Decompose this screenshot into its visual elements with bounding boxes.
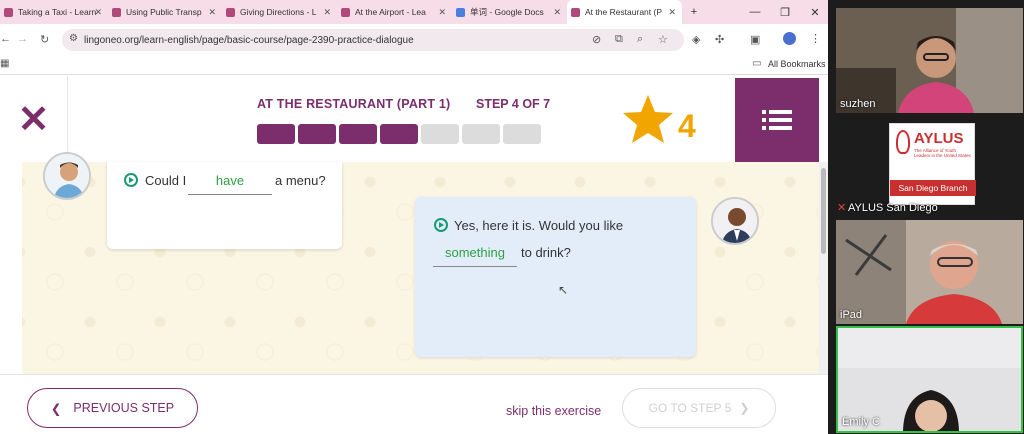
lesson-title: AT THE RESTAURANT (PART 1) (257, 97, 451, 111)
torch-icon (896, 130, 910, 154)
next-step-button[interactable]: GO TO STEP 5 ❯ (622, 388, 776, 428)
participant-tile-aylus[interactable]: AYLUS The Alliance of Youth Leaders in t… (836, 117, 1023, 217)
progress-segment (257, 124, 295, 144)
tab-taking-a-taxi[interactable]: Taking a Taxi - Learn ✕ (0, 0, 108, 24)
progress-bar (257, 124, 541, 144)
participant-name: AYLUS San Diego (848, 202, 938, 214)
previous-step-button[interactable]: ❮ PREVIOUS STEP (27, 388, 198, 428)
puzzle-icon[interactable]: ✣ (715, 33, 724, 46)
close-tab-icon[interactable]: ✕ (94, 7, 102, 18)
progress-segment (503, 124, 541, 144)
close-tab-icon[interactable]: ✕ (668, 7, 676, 18)
close-lesson-button[interactable]: ✕ (0, 76, 68, 162)
answer-field[interactable]: have (188, 173, 272, 195)
waiter-avatar (711, 197, 759, 245)
bookmark-star-icon[interactable]: ☆ (658, 33, 668, 46)
more-menu-icon[interactable]: ⋮ (810, 32, 821, 45)
close-tab-icon[interactable]: ✕ (553, 7, 561, 18)
participant-tile-suzhen[interactable]: suzhen (836, 8, 1023, 113)
profile-avatar[interactable] (783, 32, 796, 45)
participant-name: suzhen (840, 98, 876, 110)
tab-public-transport[interactable]: Using Public Transp ✕ (108, 0, 222, 24)
play-audio-icon[interactable] (434, 218, 448, 232)
muted-mic-icon: ✕ (837, 202, 847, 214)
chevron-right-icon: ❯ (739, 401, 750, 415)
apps-icon[interactable]: ▦ (0, 58, 9, 69)
man-avatar (43, 152, 91, 200)
star-icon (623, 95, 673, 143)
browser-window: Taking a Taxi - Learn ✕ Using Public Tran… (0, 0, 828, 434)
tab-google-docs[interactable]: 单词 - Google Docs ✕ (452, 0, 567, 24)
dialogue-bubble-1: Could I have a menu? (107, 162, 342, 249)
google-docs-icon (456, 7, 465, 17)
tab-bar: Taking a Taxi - Learn ✕ Using Public Tran… (0, 0, 828, 24)
lingoneo-icon (112, 7, 121, 17)
site-info-icon[interactable]: ⚙ (69, 33, 78, 44)
tab-at-the-airport[interactable]: At the Airport - Lea ✕ (337, 0, 452, 24)
lesson-menu-button[interactable] (735, 78, 819, 162)
participant-name: Emily C (842, 416, 880, 428)
lingoneo-icon (4, 7, 13, 17)
folder-icon: ▭ (752, 58, 762, 69)
page-scrollbar[interactable] (819, 162, 828, 374)
install-icon[interactable]: ⧉ (615, 33, 623, 46)
bookmarks-bar: ▦ ▭ All Bookmarks (0, 55, 828, 75)
tab-at-the-restaurant[interactable]: At the Restaurant (P ✕ (567, 0, 682, 24)
close-tab-icon[interactable]: ✕ (208, 7, 216, 18)
zoom-icon[interactable]: ⌕ (637, 33, 643, 46)
forward-icon[interactable]: → (17, 33, 28, 45)
skip-exercise-link[interactable]: skip this exercise (506, 404, 601, 418)
progress-segment (462, 124, 500, 144)
participant-tile-emily[interactable]: Emily C (836, 326, 1023, 433)
reload-icon[interactable]: ↻ (40, 33, 49, 46)
chevron-left-icon: ❮ (50, 401, 62, 416)
tab-giving-directions[interactable]: Giving Directions - L ✕ (222, 0, 337, 24)
progress-segment (298, 124, 336, 144)
back-icon[interactable]: ← (0, 33, 11, 45)
play-audio-icon[interactable] (124, 173, 138, 187)
scrollbar-thumb[interactable] (821, 168, 826, 254)
mouse-cursor-icon: ↖ (558, 283, 569, 297)
close-tab-icon[interactable]: ✕ (438, 7, 446, 18)
close-window-icon[interactable]: ✕ (795, 0, 828, 24)
address-bar-row: ← → ↻ ⚙ lingoneo.org/learn-english/page/… (0, 24, 828, 55)
all-bookmarks-link[interactable]: All Bookmarks (768, 59, 826, 69)
lingoneo-icon (226, 7, 235, 17)
screenshot-icon[interactable]: ▣ (750, 33, 760, 46)
close-icon: ✕ (17, 98, 50, 141)
answer-field[interactable]: something (433, 245, 517, 267)
progress-segment (339, 124, 377, 144)
aylus-logo: AYLUS The Alliance of Youth Leaders in t… (889, 123, 976, 205)
progress-segment (380, 124, 418, 144)
list-icon (762, 110, 792, 130)
url-input[interactable]: ⚙ lingoneo.org/learn-english/page/basic-… (62, 29, 684, 51)
lingoneo-icon (341, 7, 350, 17)
star-count: 4 (678, 108, 696, 144)
lesson-footer: ❮ PREVIOUS STEP skip this exercise GO TO … (0, 374, 828, 434)
dialogue-bubble-2: Yes, here it is. Would you like somethin… (415, 197, 696, 357)
lingoneo-icon (571, 7, 580, 17)
close-tab-icon[interactable]: ✕ (323, 7, 331, 18)
participant-tile-ipad[interactable]: iPad (836, 220, 1023, 324)
lesson-header: ✕ AT THE RESTAURANT (PART 1) STEP 4 OF 7… (0, 76, 828, 162)
video-call-panel: suzhen AYLUS The Alliance of Youth Leade… (828, 0, 1024, 434)
participant-name: iPad (840, 309, 863, 321)
step-indicator: STEP 4 OF 7 (476, 97, 551, 111)
new-tab-icon[interactable]: + (682, 0, 706, 24)
eye-off-icon[interactable]: ⊘ (592, 33, 601, 46)
progress-segment (421, 124, 459, 144)
extension-icon[interactable]: ◈ (692, 33, 700, 46)
